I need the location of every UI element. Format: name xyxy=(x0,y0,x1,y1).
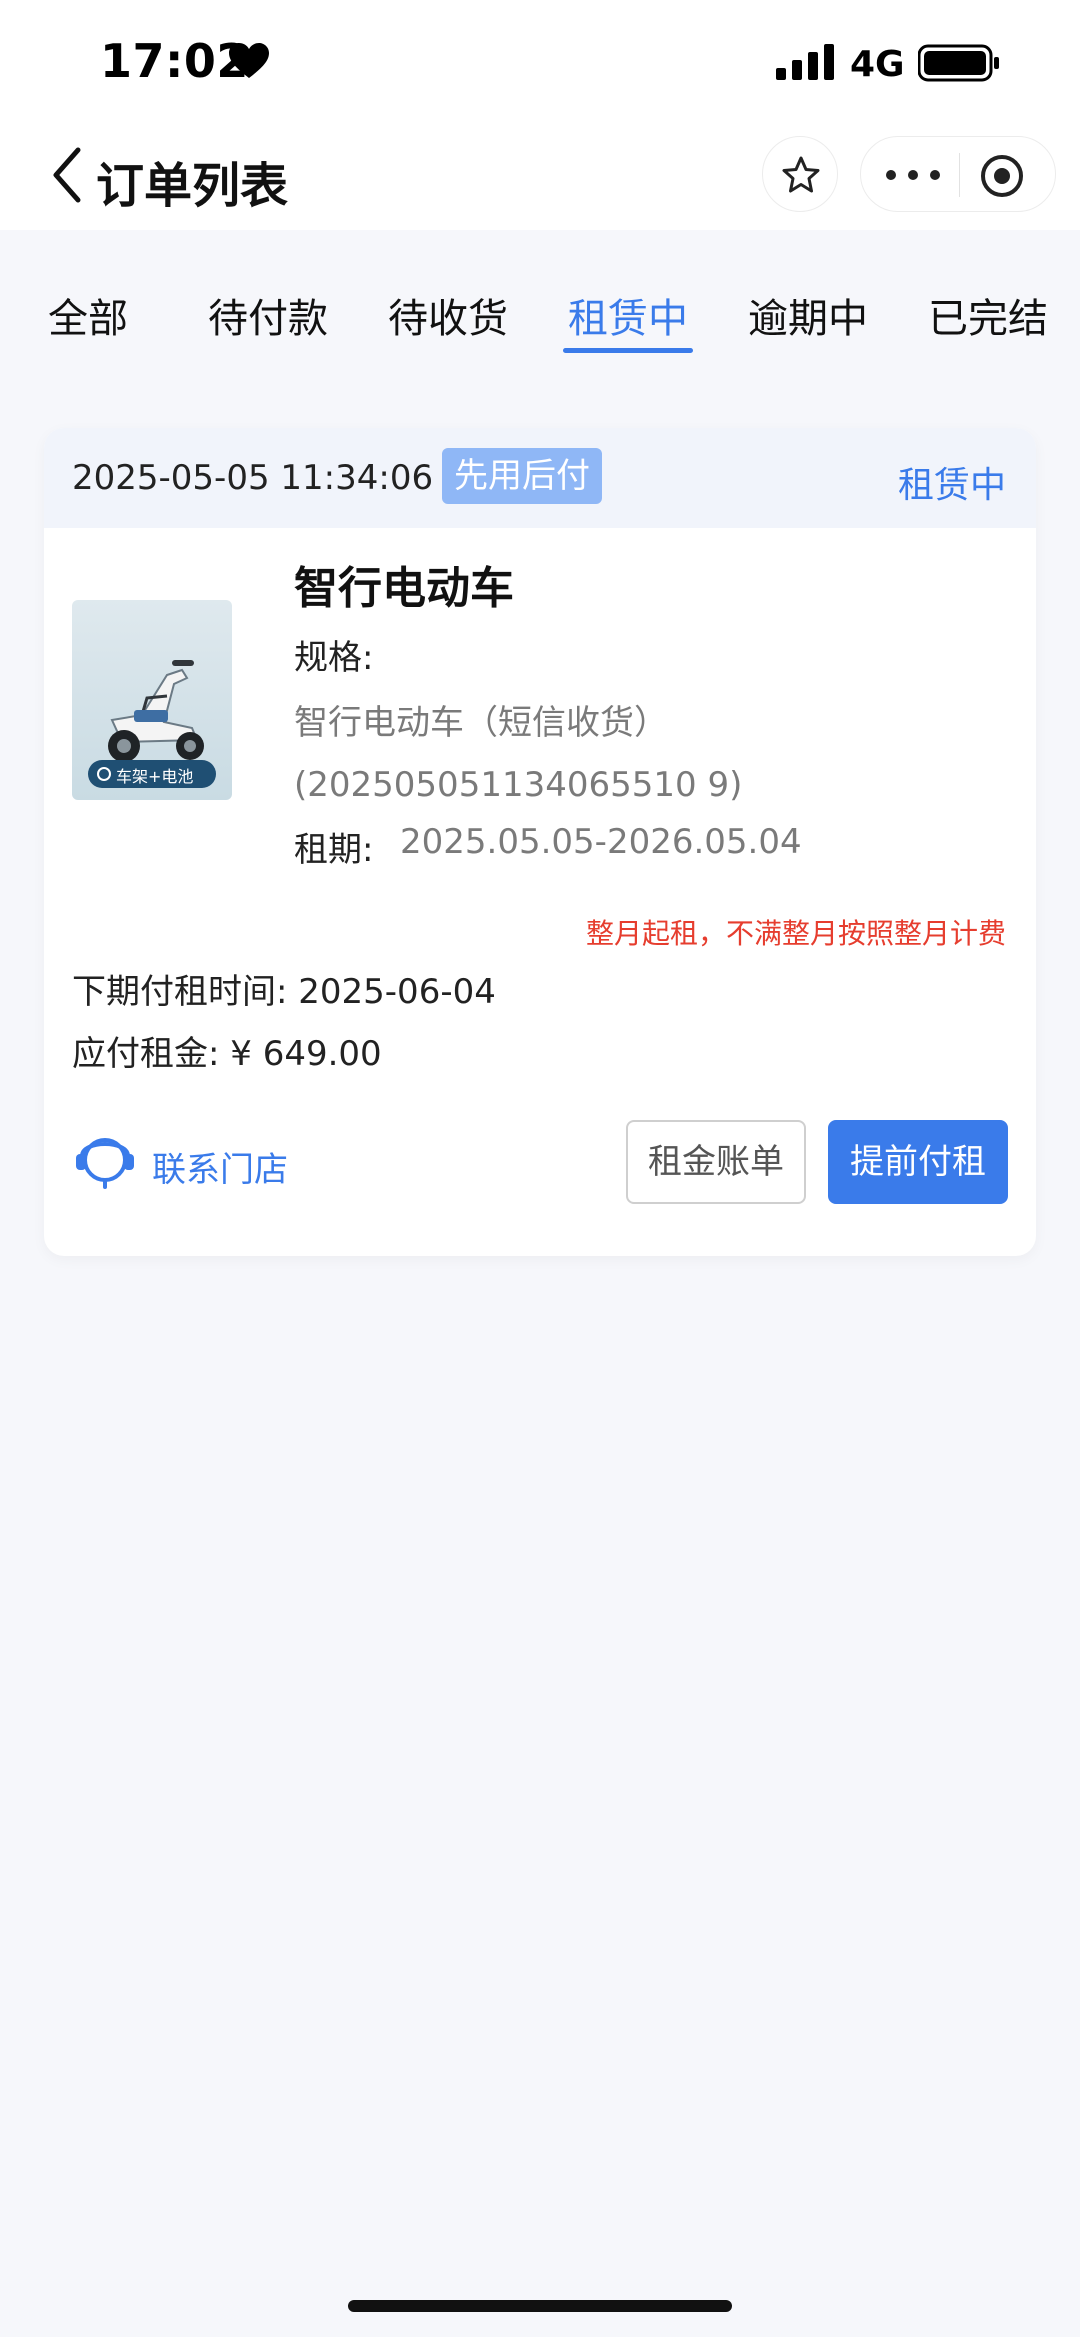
signal-icon xyxy=(776,44,834,80)
battery-icon xyxy=(918,44,999,82)
billing-notice: 整月起租，不满整月按照整月计费 xyxy=(585,917,1006,950)
mini-program-capsule xyxy=(860,136,1056,212)
spec-label: 规格: xyxy=(294,638,374,678)
prepay-rent-button[interactable]: 提前付租 xyxy=(828,1120,1008,1204)
star-icon xyxy=(782,156,820,193)
spec-value: 智行电动车（短信收货）(202505051134065510 9) xyxy=(294,703,743,805)
order-status: 租赁中 xyxy=(897,465,1006,506)
rent-amount: 应付租金: ¥ 649.00 xyxy=(72,1034,382,1074)
rental-term-value: 2025.05.05-2026.05.04 xyxy=(400,822,802,862)
more-icon[interactable] xyxy=(883,157,943,193)
product-image-caption: 车架+电池 xyxy=(116,767,194,786)
home-indicator[interactable] xyxy=(348,2300,732,2312)
capsule-divider xyxy=(959,153,960,197)
page-title: 订单列表 xyxy=(96,158,289,214)
back-icon[interactable] xyxy=(44,142,90,208)
heart-icon xyxy=(229,43,269,78)
order-card[interactable]: 2025-05-05 11:34:06 先用后付 租赁中 车架+电池 智行电动车… xyxy=(44,428,1036,1256)
tab-overdue[interactable]: 逾期中 xyxy=(748,286,868,344)
tab-pending-payment[interactable]: 待付款 xyxy=(208,286,328,344)
pay-later-tag: 先用后付 xyxy=(442,448,602,504)
contact-store-label: 联系门店 xyxy=(152,1150,288,1190)
rent-bill-button[interactable]: 租金账单 xyxy=(626,1120,806,1204)
product-name: 智行电动车 xyxy=(294,563,514,614)
headset-icon xyxy=(76,1138,134,1189)
tab-all[interactable]: 全部 xyxy=(48,286,128,344)
tab-completed[interactable]: 已完结 xyxy=(928,286,1048,344)
order-time: 2025-05-05 11:34:06 xyxy=(72,458,434,498)
active-tab-indicator xyxy=(563,348,693,353)
next-payment-date: 下期付租时间: 2025-06-04 xyxy=(72,972,496,1012)
order-status-tabs: 全部 待付款 待收货 租赁中 逾期中 已完结 xyxy=(0,230,1080,380)
order-card-header: 2025-05-05 11:34:06 先用后付 租赁中 xyxy=(44,428,1036,528)
rental-term-label: 租期: xyxy=(294,830,374,870)
favorite-button[interactable] xyxy=(762,136,838,212)
tab-pending-receipt[interactable]: 待收货 xyxy=(388,286,508,344)
nav-bar: 订单列表 xyxy=(0,120,1080,230)
status-bar: 17:02 4G xyxy=(0,0,1080,120)
network-label: 4G xyxy=(850,44,905,85)
tab-renting[interactable]: 租赁中 xyxy=(568,286,688,344)
close-target-icon[interactable] xyxy=(979,153,1025,199)
status-time: 17:02 xyxy=(100,34,249,88)
product-image[interactable]: 车架+电池 xyxy=(72,600,232,800)
